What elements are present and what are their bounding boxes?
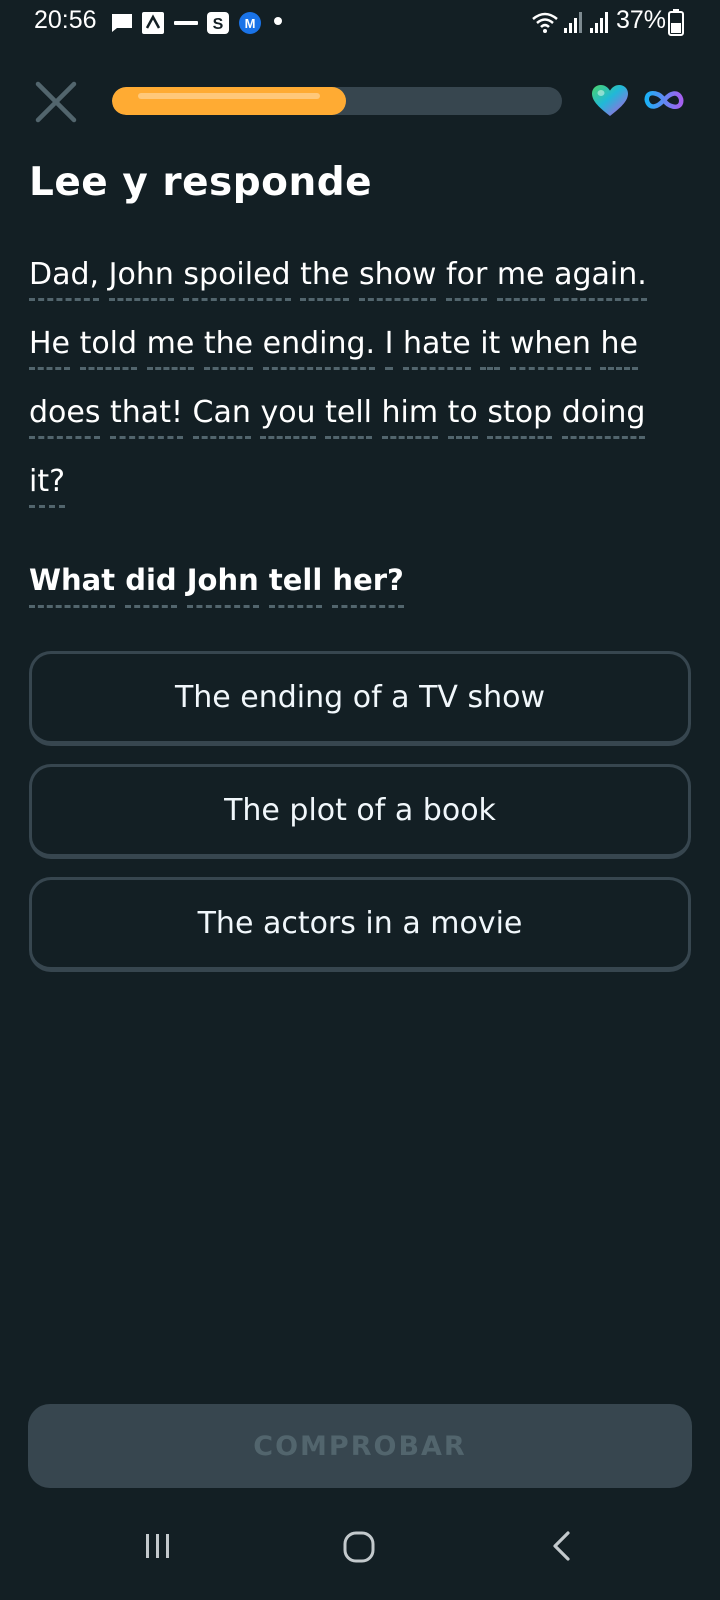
passage-word[interactable]: him <box>381 395 439 439</box>
question-text: What did John tell her? <box>29 563 404 608</box>
passage-word[interactable]: me <box>146 326 195 370</box>
dot-icon <box>274 17 282 25</box>
heart-icon[interactable] <box>591 84 629 118</box>
answer-option-1[interactable]: The ending of a TV show <box>29 651 691 746</box>
question-word[interactable]: tell <box>268 563 323 608</box>
passage-word[interactable]: stop <box>487 395 553 439</box>
passage-line: does that! Can you tell him to stop doin… <box>29 378 699 447</box>
passage-word[interactable]: John <box>108 257 174 301</box>
check-button[interactable]: COMPROBAR <box>28 1404 692 1488</box>
passage-word[interactable]: he <box>600 326 638 370</box>
m-app-icon: M <box>239 12 261 34</box>
status-bar: 20:56 S M 37% <box>0 0 720 46</box>
passage-word[interactable]: me <box>496 257 545 301</box>
signal-icon <box>590 12 608 33</box>
battery-percent: 37% <box>616 6 667 34</box>
passage-word[interactable]: told <box>79 326 138 370</box>
passage-word[interactable]: ending. <box>262 326 376 370</box>
question-word[interactable]: John <box>186 563 259 608</box>
progress-shine <box>138 93 320 99</box>
signal-icon <box>564 12 582 33</box>
answer-option-2[interactable]: The plot of a book <box>29 764 691 859</box>
passage-word[interactable]: spoiled <box>183 257 291 301</box>
passage-line: it? <box>29 447 699 516</box>
back-icon[interactable] <box>548 1530 576 1562</box>
passage-word[interactable]: He <box>29 326 71 370</box>
passage-word[interactable]: hate <box>403 326 471 370</box>
passage-word[interactable]: for <box>446 257 488 301</box>
passage-word[interactable]: it <box>480 326 501 370</box>
svg-text:S: S <box>213 16 224 33</box>
home-icon[interactable] <box>342 1530 376 1564</box>
battery-icon <box>668 9 684 36</box>
passage-word[interactable]: you <box>260 395 316 439</box>
app-icon <box>174 21 198 25</box>
passage-word[interactable]: Dad, <box>29 257 100 301</box>
progress-fill <box>112 87 346 115</box>
passage-word[interactable]: doing <box>561 395 646 439</box>
passage-word[interactable]: the <box>203 326 254 370</box>
infinity-icon <box>644 90 684 110</box>
reading-passage: Dad, John spoiled the show for me again.… <box>29 240 699 516</box>
passage-word[interactable]: does <box>29 395 101 439</box>
passage-word[interactable]: Can <box>192 395 251 439</box>
message-icon <box>112 14 132 32</box>
progress-bar <box>112 87 562 115</box>
passage-word[interactable]: it? <box>29 464 66 508</box>
screen: 20:56 S M 37% Lee y responde Dad, John s… <box>0 0 720 1600</box>
question-word[interactable]: her? <box>332 563 404 608</box>
passage-word[interactable]: tell <box>325 395 372 439</box>
s-app-icon: S <box>207 12 229 34</box>
passage-word[interactable]: the <box>300 257 350 301</box>
question-word[interactable]: What <box>29 563 116 608</box>
passage-word[interactable]: when <box>509 326 591 370</box>
passage-line: Dad, John spoiled the show for me again. <box>29 240 699 309</box>
answer-options: The ending of a TV show The plot of a bo… <box>29 651 691 990</box>
answer-option-3[interactable]: The actors in a movie <box>29 877 691 972</box>
passage-word[interactable]: again. <box>554 257 647 301</box>
passage-word[interactable]: that! <box>110 395 183 439</box>
question-word[interactable]: did <box>125 563 177 608</box>
svg-text:M: M <box>245 16 256 31</box>
passage-line: He told me the ending. I hate it when he <box>29 309 699 378</box>
passage-word[interactable]: I <box>384 326 394 370</box>
recent-apps-icon[interactable] <box>142 1530 174 1562</box>
notification-icon <box>142 12 164 34</box>
passage-word[interactable]: show <box>358 257 437 301</box>
wifi-icon <box>532 12 558 33</box>
status-time: 20:56 <box>34 6 97 34</box>
passage-word[interactable]: to <box>447 395 478 439</box>
close-icon[interactable] <box>32 78 80 126</box>
page-title: Lee y responde <box>29 160 373 205</box>
